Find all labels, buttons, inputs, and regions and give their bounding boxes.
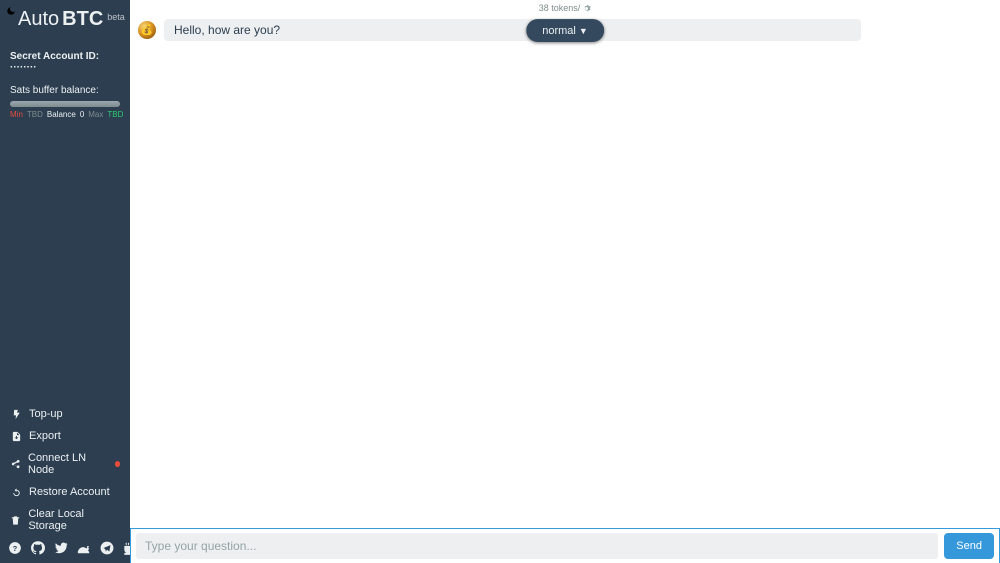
stat-max: Max [88, 110, 103, 119]
gear-icon[interactable] [582, 4, 591, 13]
stat-bal-label: Balance [47, 110, 76, 119]
menu-label: Top-up [29, 408, 63, 420]
twitter-icon[interactable] [54, 541, 68, 555]
menu-item-restore[interactable]: Restore Account [0, 481, 130, 503]
menu-label: Clear Local Storage [28, 508, 120, 532]
svg-text:?: ? [13, 544, 18, 553]
token-count: 38 tokens/ [539, 3, 581, 13]
account-id-value: ········ [10, 62, 37, 73]
menu-label: Export [29, 430, 61, 442]
menu-item-topup[interactable]: Top-up [0, 403, 130, 425]
brand-badge: beta [107, 12, 125, 22]
message-bubble: Hello, how are you? [164, 19, 861, 41]
stat-min-val: TBD [27, 110, 43, 119]
chevron-down-icon: ▼ [579, 26, 588, 36]
sidebar-menu: Top-up Export Connect LN Node Restore Ac… [0, 403, 130, 541]
nostr-icon[interactable] [77, 541, 91, 555]
help-icon[interactable]: ? [8, 541, 22, 555]
stat-min: Min [10, 110, 23, 119]
sidebar: AutoBTC beta Secret Account ID: ········… [0, 0, 130, 563]
bolt-icon [10, 409, 22, 420]
stat-max-val: TBD [107, 110, 123, 119]
send-button[interactable]: Send [944, 533, 994, 559]
message-input[interactable] [136, 533, 938, 559]
stat-bal-val: 0 [80, 110, 84, 119]
buffer-balance-stats: Min TBD Balance 0 Max TBD [0, 110, 130, 119]
brand-part1: Auto [18, 8, 59, 31]
mode-selector[interactable]: normal▼ [526, 19, 604, 42]
brand: AutoBTC beta [0, 0, 130, 35]
theme-toggle-icon[interactable] [6, 6, 16, 19]
menu-item-export[interactable]: Export [0, 425, 130, 447]
buffer-balance-bar [10, 101, 120, 107]
main-area: 38 tokens/ 💰 Hello, how are you? normal▼… [130, 0, 1000, 563]
account-id: Secret Account ID: ········ [0, 35, 130, 77]
status-dot-icon [115, 461, 120, 467]
composer: Send [130, 528, 1000, 563]
user-avatar-icon: 💰 [138, 21, 156, 39]
chat-scroll: 💰 Hello, how are you? [130, 13, 1000, 528]
brand-part2: BTC [62, 8, 103, 31]
menu-item-clear-storage[interactable]: Clear Local Storage [0, 503, 130, 537]
trash-icon [10, 515, 21, 526]
share-nodes-icon [10, 459, 21, 470]
token-info: 38 tokens/ [130, 0, 1000, 13]
menu-item-connect-ln[interactable]: Connect LN Node [0, 447, 130, 481]
telegram-icon[interactable] [100, 541, 114, 555]
github-icon[interactable] [31, 541, 45, 555]
social-bar: ? [0, 541, 130, 563]
export-icon [10, 431, 22, 442]
restore-icon [10, 487, 22, 498]
mode-label: normal [542, 25, 576, 37]
menu-label: Restore Account [29, 486, 110, 498]
menu-label: Connect LN Node [28, 452, 108, 476]
buffer-balance-label: Sats buffer balance: [0, 77, 130, 98]
account-id-label: Secret Account ID: [10, 51, 99, 62]
